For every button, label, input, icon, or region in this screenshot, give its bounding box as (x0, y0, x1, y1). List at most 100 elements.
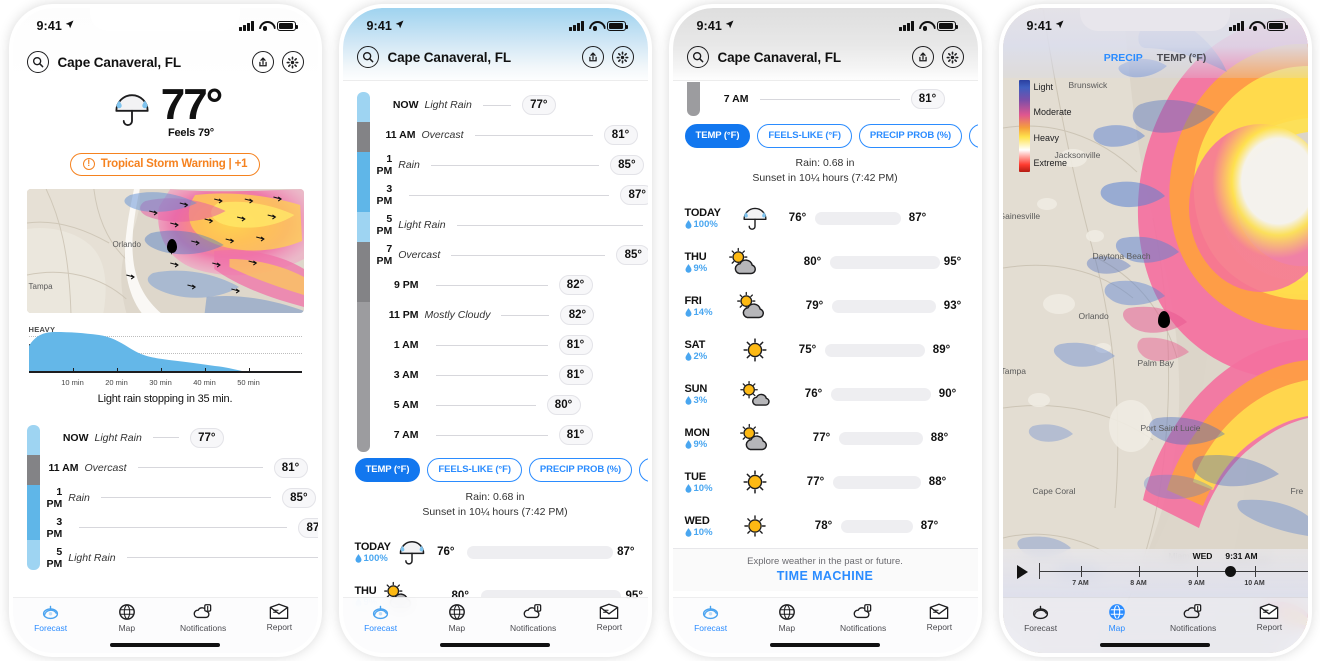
day-precip-prob: 100% (355, 553, 391, 564)
tab-notifications[interactable]: Notifications (825, 603, 901, 633)
weather-alert-banner[interactable]: ! Tropical Storm Warning | +1 (69, 152, 261, 176)
tab-forecast[interactable]: Forecast (673, 603, 749, 633)
tab-notifications[interactable]: Notifications (1155, 603, 1231, 633)
search-icon[interactable] (26, 51, 49, 73)
tab-map[interactable]: Map (89, 603, 165, 633)
droplet-icon (685, 484, 691, 493)
hourly-row[interactable]: 7 AM 81° (673, 82, 978, 116)
temp-range-bar (830, 387, 931, 401)
time-scrubber[interactable]: 7 AM 8 AM 9 AM 10 AM WED 9:31 AM (1002, 549, 1308, 597)
pill-temp[interactable]: TEMP (°F) (684, 124, 751, 148)
legend-labels: Light Moderate Heavy Extreme (1034, 80, 1072, 172)
share-icon[interactable] (251, 51, 274, 73)
timeline-label-9am: 9 AM (1188, 580, 1205, 587)
hourly-row[interactable]: 11 AM Overcast 81° (343, 120, 648, 150)
tab-map[interactable]: Map (1079, 603, 1155, 633)
chart-tick-40 (204, 367, 206, 373)
home-indicator[interactable] (110, 643, 220, 647)
daily-forecast-list-3: TODAY 100% 76° 87° THU 9% 80° 95° FRI 14… (673, 190, 978, 548)
time-machine-link[interactable]: TIME MACHINE (673, 569, 978, 583)
sun-icon (735, 513, 775, 539)
hourly-row[interactable]: 3 AM 81° (343, 360, 648, 390)
day-low: 76° (437, 546, 455, 559)
screen-3: 9:41 Cape Canaveral, FL 7 AM 81° TEMP (°… (672, 8, 978, 653)
map-tab-temp[interactable]: TEMP (°F) (1157, 52, 1207, 64)
hourly-row[interactable]: NOW Light Rain 77° (13, 423, 318, 453)
daily-row[interactable]: SAT 2% 75° 89° (673, 328, 978, 372)
map-tab-precip[interactable]: PRECIP (1104, 52, 1143, 64)
pill-precip-prob[interactable]: PRECIP PROB (%) (858, 124, 963, 148)
hourly-row[interactable]: 3 PM 87° (343, 180, 648, 210)
pill-precip-prob[interactable]: PRECIP PROB (%) (528, 458, 633, 482)
tab-report[interactable]: Report (571, 603, 647, 632)
pill-precip[interactable]: PRECIP (639, 458, 648, 482)
pill-feels-like[interactable]: FEELS-LIKE (°F) (427, 458, 522, 482)
tab-forecast[interactable]: Forecast (13, 603, 89, 633)
tab-report[interactable]: Report (1231, 603, 1307, 632)
gear-icon[interactable] (941, 46, 964, 68)
home-indicator[interactable] (440, 643, 550, 647)
hourly-row[interactable]: 11 AM Overcast 81° (13, 453, 318, 483)
share-icon[interactable] (911, 46, 934, 68)
notifications-cloud-icon (853, 604, 872, 619)
envelope-icon (1260, 603, 1279, 619)
home-indicator[interactable] (770, 643, 880, 647)
tab-forecast[interactable]: Forecast (1003, 603, 1079, 633)
scrubber-handle[interactable] (1224, 566, 1236, 577)
tab-label: Forecast (34, 623, 68, 633)
daily-row[interactable]: THU 9% 80° 95° (673, 240, 978, 284)
play-icon[interactable] (1016, 565, 1028, 579)
day-block: TUE 10% (685, 471, 731, 494)
share-icon[interactable] (581, 46, 604, 68)
hourly-row[interactable]: 5 PM Light Rain 87° (13, 543, 318, 573)
daily-row[interactable]: WED 10% 78° 87° (673, 504, 978, 548)
daily-row[interactable]: TODAY 100% 76° 87° (673, 196, 978, 240)
home-indicator[interactable] (1100, 643, 1210, 647)
tab-report[interactable]: Report (241, 603, 317, 632)
hourly-row[interactable]: 7 AM 81° (343, 420, 648, 450)
tab-forecast[interactable]: Forecast (343, 603, 419, 633)
gear-icon[interactable] (281, 51, 304, 73)
legend-label-moderate: Moderate (1033, 107, 1072, 118)
hour-temp: 87° (620, 185, 648, 205)
droplet-icon (685, 264, 691, 273)
daily-row[interactable]: MON 9% 77° 88° (673, 416, 978, 460)
hour-line (451, 254, 606, 256)
status-indicators (899, 21, 958, 31)
hourly-row[interactable]: 9 PM 82° (343, 270, 648, 300)
hourly-row[interactable]: 1 PM Rain 85° (13, 483, 318, 513)
time-machine-section[interactable]: Explore weather in the past or future. T… (672, 548, 978, 592)
search-icon[interactable] (686, 46, 709, 68)
envelope-icon (600, 603, 619, 619)
tab-notifications[interactable]: Notifications (165, 603, 241, 633)
daily-row[interactable]: SUN 3% 76° 90° (673, 372, 978, 416)
search-icon[interactable] (356, 46, 379, 68)
pill-temp[interactable]: TEMP (°F) (354, 458, 421, 482)
hour-time: 11 AM (48, 461, 79, 474)
timeline-tick-8am (1138, 566, 1140, 577)
pill-precip[interactable]: PRECIP (969, 124, 978, 148)
gear-icon[interactable] (611, 46, 634, 68)
tab-notifications[interactable]: Notifications (495, 603, 571, 633)
day-block: THU 9% (685, 251, 722, 274)
tab-map[interactable]: Map (749, 603, 825, 633)
hourly-row[interactable]: 7 PM Overcast 85° (343, 240, 648, 270)
map-layer-tabs: PRECIP TEMP (°F) (1003, 52, 1308, 64)
daily-row[interactable]: TODAY 100% 76° 87° (343, 530, 648, 574)
hourly-row[interactable]: 1 AM 81° (343, 330, 648, 360)
hourly-row[interactable]: 5 AM 80° (343, 390, 648, 420)
phone-1: 9:41 Cape Canaveral, FL 77° Feels 79° ! … (12, 8, 318, 653)
tab-report[interactable]: Report (901, 603, 977, 632)
hourly-row[interactable]: 3 PM 87° (13, 513, 318, 543)
daily-row[interactable]: TUE 10% 77° 88° (673, 460, 978, 504)
hourly-row[interactable]: 1 PM Rain 85° (343, 150, 648, 180)
hourly-row[interactable]: NOW Light Rain 77° (343, 90, 648, 120)
day-precip-value: 10% (693, 482, 713, 494)
timeline-track[interactable]: 7 AM 8 AM 9 AM 10 AM WED 9:31 AM (1038, 551, 1308, 587)
mini-radar-map[interactable]: Orlando Tampa (26, 188, 304, 313)
tab-map[interactable]: Map (419, 603, 495, 633)
pill-feels-like[interactable]: FEELS-LIKE (°F) (757, 124, 852, 148)
daily-row[interactable]: FRI 14% 79° 93° (673, 284, 978, 328)
hourly-row[interactable]: 5 PMLight Rain87° (343, 210, 648, 240)
hourly-row[interactable]: 11 PM Mostly Cloudy 82° (343, 300, 648, 330)
